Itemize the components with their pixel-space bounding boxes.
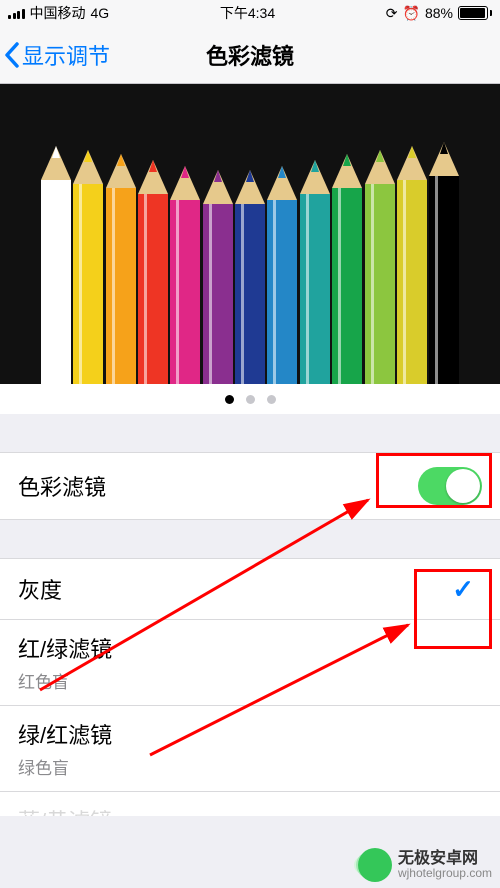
pencil — [138, 160, 168, 384]
filter-option-cutoff[interactable]: 蓝/黄滤镜 — [0, 792, 500, 816]
page-indicator[interactable] — [0, 384, 500, 414]
option-title: 蓝/黄滤镜 — [18, 804, 112, 816]
signal-icon — [8, 7, 25, 19]
option-subtitle: 红色盲 — [18, 668, 69, 693]
pencil — [300, 160, 330, 384]
watermark-logo-icon — [358, 848, 392, 882]
pencil — [235, 170, 265, 384]
filter-option[interactable]: 红/绿滤镜红色盲 — [0, 620, 500, 706]
back-button[interactable]: 显示调节 — [0, 39, 116, 71]
alarm-icon: ⏰ — [403, 5, 420, 22]
status-left: 中国移动 4G — [8, 3, 109, 23]
status-bar: 中国移动 4G 下午4:34 ⟳ ⏰ 88% — [0, 0, 500, 26]
pencil — [397, 146, 427, 384]
option-title: 红/绿滤镜 — [18, 632, 112, 664]
network-label: 4G — [91, 5, 110, 21]
option-title: 灰度 — [18, 573, 62, 605]
watermark: 无极安卓网 wjhotelgroup.com — [358, 848, 492, 882]
back-label: 显示调节 — [22, 39, 110, 71]
pencil — [170, 166, 200, 384]
pencil — [365, 150, 395, 384]
navigation-bar: 显示调节 色彩滤镜 — [0, 26, 500, 84]
color-filter-toggle-cell[interactable]: 色彩滤镜 — [0, 452, 500, 520]
page-dot[interactable] — [225, 395, 234, 404]
battery-pct-label: 88% — [425, 5, 453, 21]
filter-option[interactable]: 绿/红滤镜绿色盲 — [0, 706, 500, 792]
page-dot[interactable] — [267, 395, 276, 404]
pencil — [106, 154, 136, 384]
pencil — [41, 146, 71, 384]
toggle-label: 色彩滤镜 — [18, 470, 106, 502]
watermark-url: wjhotelgroup.com — [398, 867, 492, 880]
page-dot[interactable] — [246, 395, 255, 404]
checkmark-icon: ✓ — [452, 574, 482, 605]
orientation-lock-icon: ⟳ — [386, 5, 398, 22]
filter-option[interactable]: 灰度 ✓ — [0, 558, 500, 620]
option-subtitle: 绿色盲 — [18, 754, 69, 779]
color-preview[interactable] — [0, 84, 500, 384]
watermark-title: 无极安卓网 — [398, 850, 492, 868]
chevron-left-icon — [4, 42, 20, 68]
switch-knob — [446, 469, 480, 503]
page-title: 色彩滤镜 — [206, 39, 294, 71]
pencil — [429, 142, 459, 384]
clock-label: 下午4:34 — [220, 3, 275, 23]
carrier-label: 中国移动 — [30, 3, 86, 23]
pencil — [203, 170, 233, 384]
pencil — [73, 150, 103, 384]
battery-icon — [458, 6, 492, 20]
pencil — [332, 154, 362, 384]
option-title: 绿/红滤镜 — [18, 718, 112, 750]
pencil — [267, 166, 297, 384]
status-right: ⟳ ⏰ 88% — [386, 5, 492, 22]
color-filter-switch[interactable] — [418, 467, 482, 505]
